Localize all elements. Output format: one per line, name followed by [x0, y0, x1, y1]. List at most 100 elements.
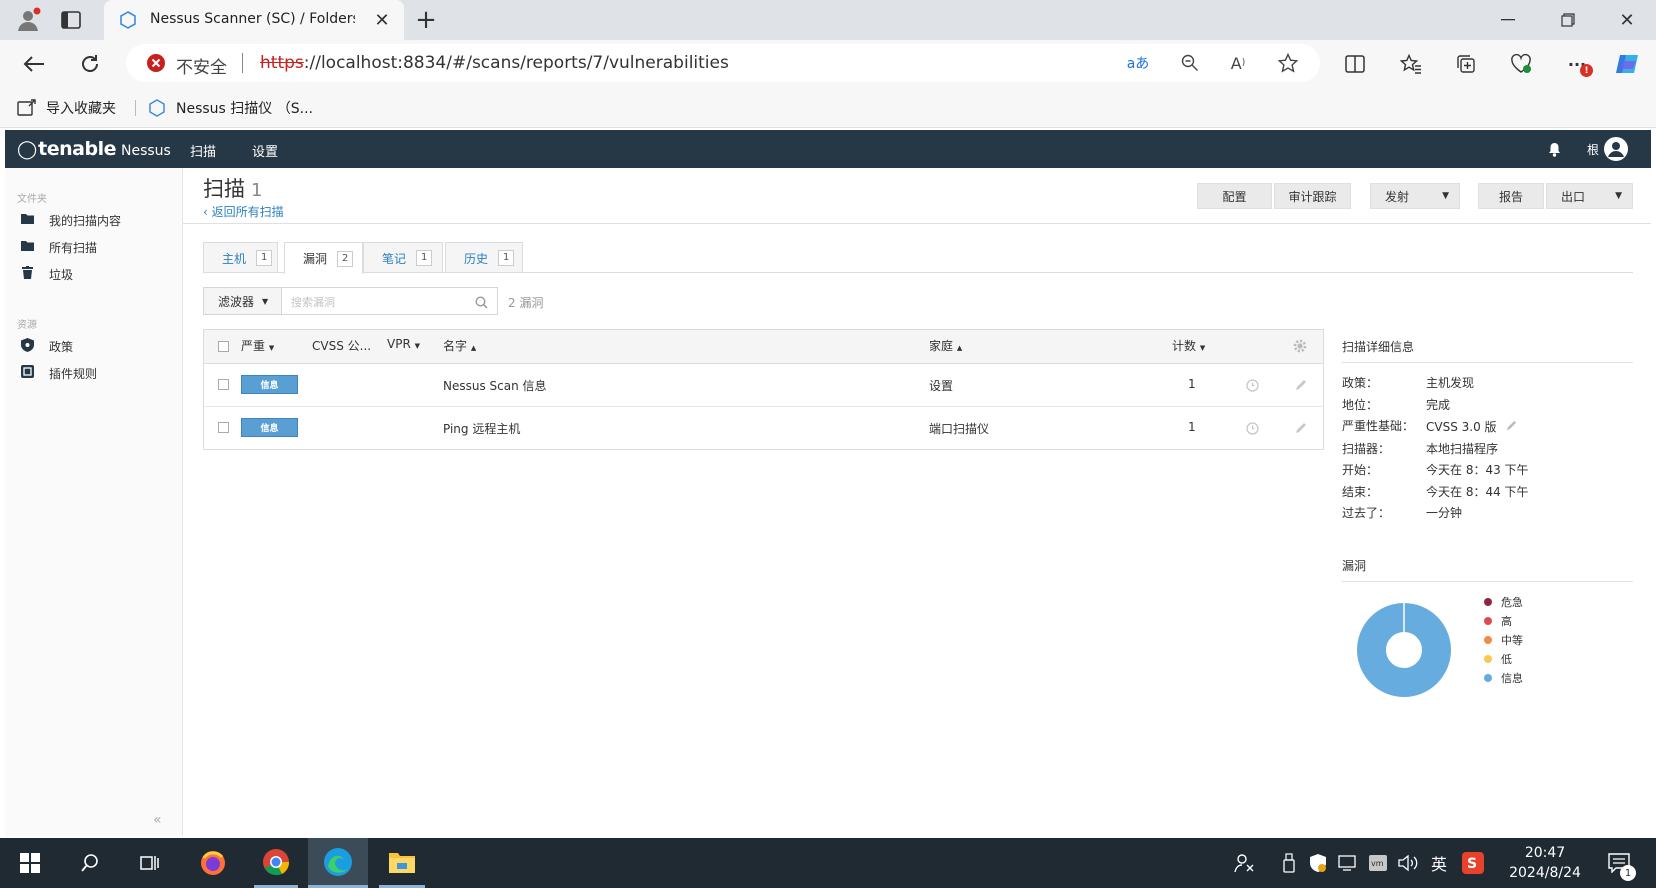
favorites-icon[interactable] — [1398, 52, 1424, 76]
vmware-tools-icon[interactable]: vm — [1366, 838, 1390, 888]
user-avatar-icon[interactable] — [1603, 136, 1629, 162]
browser-tab[interactable]: Nessus Scanner (SC) / Folders / V ✕ — [104, 0, 404, 40]
back-icon[interactable] — [20, 50, 48, 78]
page-title: 扫描 1 — [203, 173, 262, 203]
back-to-scans-link[interactable]: ‹ 返回所有扫描 — [203, 203, 284, 220]
vulnerability-count: 1 — [1188, 420, 1196, 434]
tab-hosts[interactable]: 主机 1 — [203, 242, 278, 273]
audit-trail-button[interactable]: 审计跟踪 — [1274, 183, 1351, 209]
security-label[interactable]: 不安全 — [176, 53, 227, 78]
filter-button[interactable]: 滤波器 ▼ — [203, 287, 282, 315]
sidebar-item-policies[interactable]: 政策 — [19, 336, 73, 356]
snooze-icon[interactable] — [1244, 377, 1260, 393]
nav-scans[interactable]: 扫描 — [190, 141, 216, 160]
minimize-icon[interactable] — [1496, 10, 1520, 30]
column-cvss[interactable]: CVSS 公... — [312, 337, 371, 354]
address-bar[interactable]: 不安全 https://localhost:8834/#/scans/repor… — [126, 44, 1320, 82]
chevron-down-icon: ▼ — [1442, 191, 1449, 201]
detail-key: 政策： — [1342, 376, 1379, 390]
translate-icon[interactable]: aあ — [1124, 51, 1152, 75]
column-label: 严重 — [241, 339, 266, 353]
read-aloud-icon[interactable]: A) — [1226, 51, 1250, 75]
sidebar-item-my-scans[interactable]: 我的扫描内容 — [19, 210, 121, 230]
tab-history[interactable]: 历史 1 — [445, 242, 523, 273]
table-settings-gear-icon[interactable] — [1291, 337, 1309, 355]
volume-icon[interactable] — [1396, 838, 1422, 888]
edge-icon[interactable] — [308, 838, 368, 888]
favorite-item-import[interactable]: 导入收藏夹 — [16, 96, 116, 120]
edit-pencil-icon[interactable] — [1293, 420, 1309, 436]
sogou-ime-icon[interactable]: S — [1460, 838, 1486, 888]
file-explorer-icon[interactable] — [379, 838, 425, 888]
column-family[interactable]: 家庭 ▲ — [929, 337, 962, 354]
sidebar-item-plugin-rules[interactable]: 插件规则 — [19, 363, 97, 383]
collapse-sidebar-icon[interactable]: « — [153, 812, 162, 828]
sidebar-item-trash[interactable]: 垃圾 — [19, 264, 73, 284]
chrome-icon[interactable] — [254, 838, 298, 888]
new-tab-icon[interactable]: + — [412, 5, 440, 35]
table-row[interactable]: 信息 Nessus Scan 信息 设置 1 — [204, 364, 1323, 407]
export-button[interactable]: 出口 ▼ — [1546, 183, 1633, 209]
start-windows-icon[interactable] — [12, 838, 48, 888]
sidebar-item-all-scans[interactable]: 所有扫描 — [19, 237, 97, 257]
folders-heading: 文件夹 — [17, 194, 47, 205]
tab-vulnerabilities[interactable]: 漏洞 2 — [284, 242, 363, 274]
snooze-icon[interactable] — [1244, 420, 1260, 436]
resources-heading: 资源 — [17, 320, 37, 331]
update-alert-icon: ! — [1580, 64, 1593, 77]
clock[interactable]: 20:47 2024/8/24 — [1500, 838, 1590, 888]
report-button[interactable]: 报告 — [1478, 183, 1544, 209]
edit-severity-base-icon[interactable] — [1503, 417, 1519, 433]
configure-button[interactable]: 配置 — [1197, 183, 1272, 209]
network-icon[interactable] — [1336, 838, 1360, 888]
column-label: 计数 — [1172, 339, 1197, 353]
legend-item: 低 — [1484, 651, 1512, 667]
row-checkbox[interactable] — [218, 379, 229, 390]
people-icon[interactable] — [1230, 838, 1258, 888]
column-name[interactable]: 名字 ▲ — [443, 337, 476, 354]
select-all-checkbox[interactable] — [218, 341, 229, 352]
nav-settings[interactable]: 设置 — [252, 141, 278, 160]
favorite-item-nessus[interactable]: Nessus 扫描仪 （S... — [146, 96, 313, 120]
chevron-down-icon: ▼ — [1615, 191, 1622, 201]
edit-pencil-icon[interactable] — [1293, 377, 1309, 393]
detail-value: 一分钟 — [1426, 506, 1463, 520]
collections-icon[interactable] — [1453, 52, 1479, 76]
notifications-bell-icon[interactable] — [1545, 140, 1563, 158]
tab-actions-icon[interactable] — [58, 8, 84, 32]
tab-favicon-icon — [118, 10, 138, 30]
copilot-icon[interactable] — [1613, 50, 1643, 78]
column-severity[interactable]: 严重 ▼ — [241, 337, 274, 354]
close-window-icon[interactable]: ✕ — [1614, 8, 1640, 32]
restore-icon[interactable] — [1556, 10, 1580, 30]
zoom-out-icon[interactable] — [1178, 51, 1202, 75]
profile-icon[interactable] — [14, 6, 42, 34]
row-checkbox[interactable] — [218, 422, 229, 433]
url-text[interactable]: https://localhost:8834/#/scans/reports/7… — [260, 53, 729, 73]
notification-center-icon[interactable]: 1 — [1602, 838, 1636, 888]
security-shield-icon[interactable] — [1306, 838, 1330, 888]
favorites-bar: 导入收藏夹 Nessus 扫描仪 （S... — [0, 88, 1656, 128]
tab-notes[interactable]: 笔记 1 — [363, 242, 443, 273]
column-vpr[interactable]: VPR ▼ — [387, 337, 420, 351]
launch-button[interactable]: 发射 ▼ — [1370, 183, 1460, 209]
more-options-icon[interactable]: ··· ! — [1562, 52, 1593, 77]
column-count[interactable]: 计数 ▼ — [1172, 337, 1205, 354]
taskbar-search-icon[interactable] — [72, 838, 108, 888]
usb-device-icon[interactable] — [1278, 838, 1300, 888]
favorite-star-icon[interactable] — [1276, 51, 1300, 75]
split-screen-icon[interactable] — [1342, 52, 1368, 76]
firefox-icon[interactable] — [193, 838, 233, 888]
close-tab-icon[interactable]: ✕ — [372, 10, 392, 31]
search-vulnerabilities-input[interactable]: 搜索漏洞 — [281, 287, 498, 315]
task-view-icon[interactable] — [131, 838, 167, 888]
search-icon[interactable] — [473, 294, 489, 310]
browser-essentials-icon[interactable] — [1508, 52, 1534, 76]
table-row[interactable]: 信息 Ping 远程主机 端口扫描仪 1 — [204, 407, 1323, 450]
logo[interactable]: ◯ tenable Nessus — [17, 138, 171, 160]
vulnerabilities-donut-chart[interactable] — [1346, 592, 1462, 708]
user-name[interactable]: 根 — [1587, 141, 1599, 158]
input-method-label[interactable]: 英 — [1428, 838, 1450, 888]
refresh-icon[interactable] — [76, 50, 104, 78]
not-secure-icon[interactable] — [146, 53, 166, 73]
